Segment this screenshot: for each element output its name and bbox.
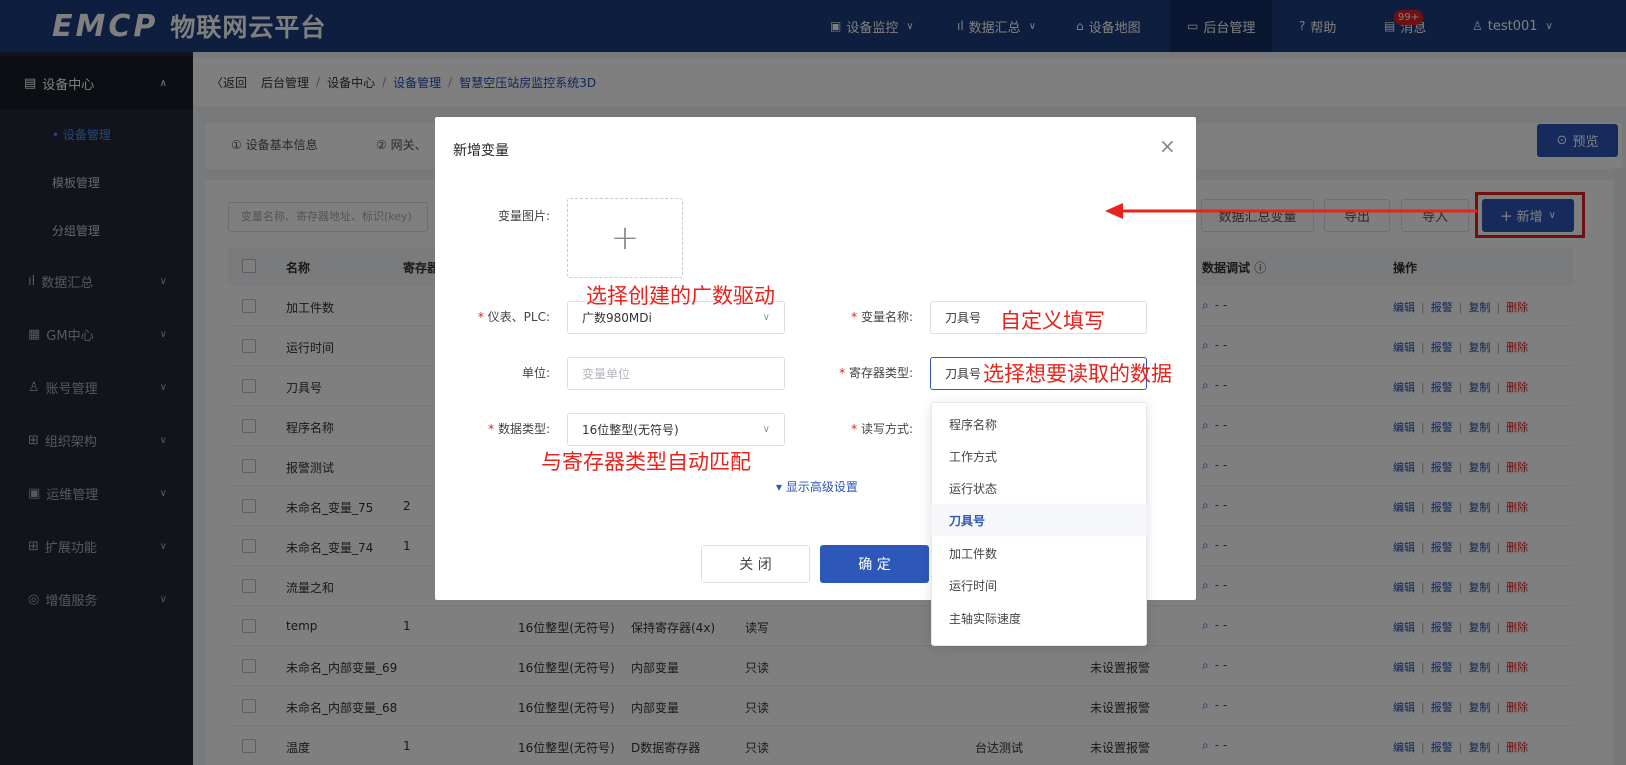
chevron-down-icon: ∨ (762, 424, 770, 435)
unit-input[interactable]: 变量单位 (567, 357, 785, 390)
data-type-label: * 数据类型: (488, 422, 550, 436)
annotation-custom-fill: 自定义填写 (1000, 309, 1105, 333)
annotation-select-driver: 选择创建的广数驱动 (586, 284, 775, 308)
dropdown-option[interactable]: 程序名称 (931, 408, 1147, 440)
image-label: 变量图片: (497, 209, 550, 223)
advanced-settings-toggle[interactable]: ▾ 显示高级设置 (776, 478, 858, 495)
chevron-down-icon: ∨ (762, 312, 770, 323)
dialog-close-button[interactable]: 关 闭 (701, 545, 810, 583)
rw-mode-label: * 读写方式: (851, 422, 913, 436)
register-type-label: * 寄存器类型: (839, 366, 913, 380)
annotation-arrow (1105, 203, 1477, 219)
dropdown-option[interactable]: 加工件数 (931, 537, 1147, 569)
close-icon[interactable]: × (1159, 134, 1176, 158)
annotation-select-data: 选择想要读取的数据 (983, 362, 1172, 386)
data-type-select[interactable]: 16位整型(无符号) ∨ (567, 413, 785, 446)
dropdown-option[interactable]: 工作方式 (931, 440, 1147, 472)
annotation-auto-match: 与寄存器类型自动匹配 (541, 450, 751, 474)
dropdown-option[interactable]: 运行时间 (931, 569, 1147, 601)
dropdown-option[interactable]: 主轴实际速度 (931, 602, 1147, 634)
unit-label: 单位: (521, 366, 550, 380)
plus-icon: + (610, 218, 640, 258)
variable-name-label: * 变量名称: (851, 310, 913, 324)
dropdown-option-selected[interactable]: 刀具号 (931, 504, 1147, 536)
dialog-title: 新增变量 (453, 143, 509, 159)
plc-label: * 仪表、PLC: (477, 310, 550, 324)
dropdown-option[interactable]: 运行状态 (931, 472, 1147, 504)
image-upload[interactable]: + (567, 198, 683, 278)
dialog-confirm-button[interactable]: 确 定 (820, 545, 929, 583)
